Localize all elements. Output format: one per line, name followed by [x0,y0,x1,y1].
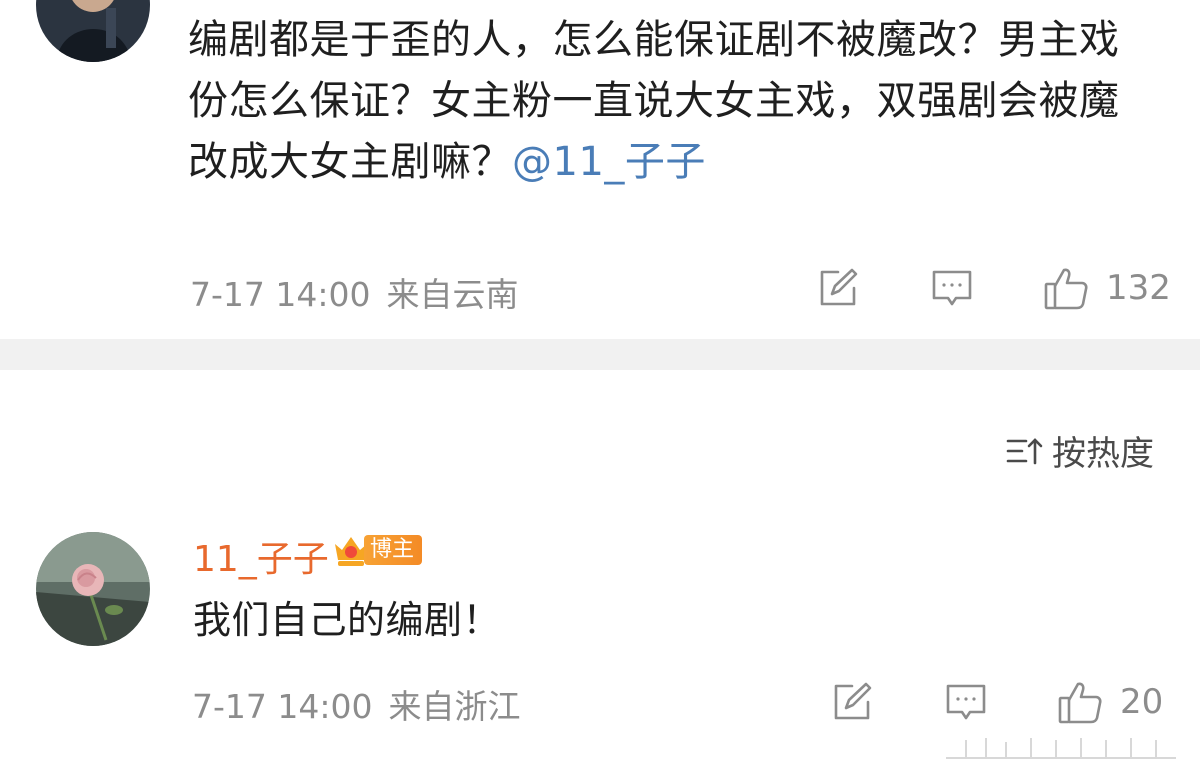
mention-link[interactable]: @11_子子 [512,139,706,185]
comment-icon[interactable] [944,680,988,724]
comment-location: 来自云南 [386,275,519,314]
share-icon[interactable] [830,680,874,724]
watermark [946,738,1176,759]
sort-icon [1006,437,1043,464]
badge-label: 博主 [364,535,423,565]
comment-time: 7-17 14:00 [190,275,371,314]
blogger-badge: 博主 [332,532,423,568]
sort-label: 按热度 [1052,434,1154,474]
avatar[interactable] [36,0,150,62]
comment-text: 我们自己的编剧！ [193,598,502,642]
comment-text: 编剧都是于歪的人，怎么能保证剧不被魔改？男主戏份怎么保证？女主粉一直说大女主戏，… [188,10,1148,193]
comment-item: 编剧都是于歪的人，怎么能保证剧不被魔改？男主戏份怎么保证？女主粉一直说大女主戏，… [0,0,1200,339]
comment-icon[interactable] [930,266,974,310]
comment-meta: 7-17 14:00 来自浙江 [192,680,521,728]
like-icon[interactable] [1042,264,1090,312]
comment-meta: 7-17 14:00 来自云南 [190,268,519,316]
section-divider [0,339,1200,370]
username[interactable]: 11_子子 [193,530,329,582]
share-icon[interactable] [816,266,860,310]
like-count: 20 [1120,682,1164,722]
like-icon[interactable] [1056,678,1104,726]
like-count: 132 [1106,268,1171,308]
comment-time: 7-17 14:00 [192,687,373,726]
comment-location: 来自浙江 [388,687,521,726]
sort-by-hot-button[interactable]: 按热度 [1006,426,1154,475]
avatar[interactable] [36,532,150,646]
